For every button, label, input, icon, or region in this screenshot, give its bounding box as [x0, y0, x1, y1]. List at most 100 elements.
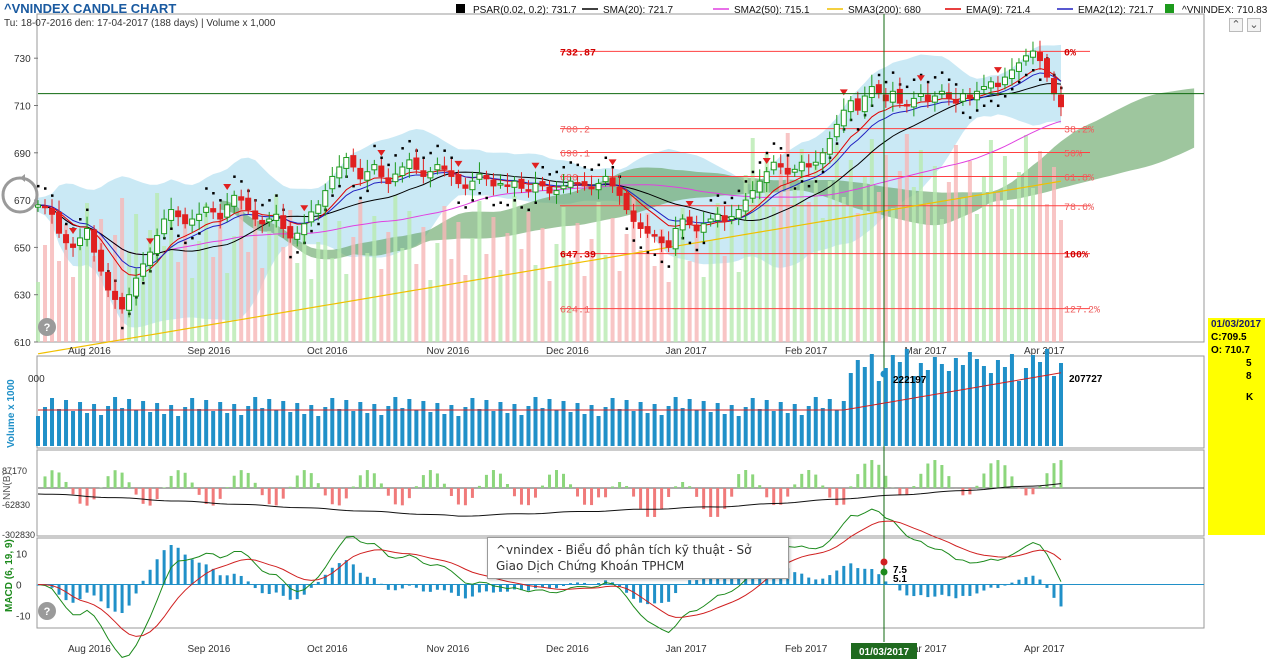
price-volume-bar: [400, 248, 405, 342]
psar-dot: [744, 180, 748, 183]
candle-body: [1036, 52, 1043, 62]
macd-histogram-bar: [358, 572, 362, 585]
nn-bar: [169, 475, 173, 488]
volume-bar: [295, 403, 300, 446]
candle-body: [112, 290, 119, 300]
candle-body: [371, 164, 378, 171]
macd-histogram-bar: [225, 575, 229, 585]
nn-bar: [323, 488, 327, 496]
nn-bar: [947, 476, 951, 488]
volume-bar: [743, 407, 748, 446]
price-volume-bar: [673, 245, 678, 342]
volume-bar: [204, 400, 209, 446]
volume-bar: [358, 402, 363, 446]
volume-bar: [820, 408, 825, 446]
macd-histogram-bar: [1038, 579, 1042, 585]
price-volume-bar: [575, 223, 580, 342]
psar-dot: [1031, 69, 1035, 72]
volume-bar: [645, 413, 650, 446]
candle-body: [777, 163, 784, 168]
volume-bar: [617, 409, 622, 446]
candle-body: [154, 235, 161, 255]
nav-up-icon[interactable]: ⌃: [1229, 18, 1243, 32]
volume-bar: [428, 412, 433, 446]
nn-bar: [828, 488, 832, 498]
macd-histogram-bar: [239, 575, 243, 585]
psar-dot: [121, 326, 124, 330]
candle-body: [168, 209, 175, 221]
price-volume-bar: [561, 207, 566, 342]
price-volume-bar: [960, 198, 965, 342]
price-volume-bar: [36, 282, 40, 342]
candle-body: [896, 88, 903, 104]
price-volume-bar: [890, 208, 895, 342]
nn-bar: [456, 488, 460, 505]
price-volume-bar: [232, 236, 237, 342]
macd-histogram-bar: [975, 584, 979, 594]
nn-bar: [800, 473, 804, 488]
price-volume-bar: [491, 217, 496, 342]
volume-bar: [442, 414, 447, 446]
candle-body: [868, 86, 875, 98]
price-volume-bar: [295, 263, 300, 342]
price-volume-bar: [876, 192, 881, 342]
price-volume-bar: [316, 242, 321, 342]
psar-dot: [723, 201, 727, 204]
candle-body: [959, 93, 966, 102]
volume-bar: [253, 397, 258, 446]
volume-bar: [673, 397, 678, 446]
candle-body: [483, 174, 490, 180]
price-volume-bar: [330, 258, 335, 342]
price-volume-bar: [519, 249, 524, 342]
nn-bar: [407, 488, 411, 499]
candle-body: [581, 181, 588, 187]
price-volume-bar: [526, 212, 531, 342]
candle-body: [847, 100, 854, 113]
price-volume-bar: [1030, 188, 1035, 342]
nn-bar: [50, 470, 54, 488]
nn-bar: [1045, 473, 1049, 488]
nn-bar: [968, 488, 972, 495]
volume-bar: [316, 416, 321, 446]
candle-body: [728, 216, 735, 220]
nn-bar: [134, 488, 138, 495]
candle-body: [70, 243, 77, 248]
price-volume-bar: [92, 256, 97, 342]
macd-histogram-bar: [113, 584, 117, 612]
macd-histogram-bar: [470, 584, 474, 597]
nn-bar: [653, 488, 657, 517]
price-volume-bar: [512, 196, 517, 342]
psar-dot: [387, 163, 390, 167]
macd-histogram-bar: [954, 584, 958, 599]
candle-body: [490, 179, 497, 187]
psar-dot: [352, 184, 355, 188]
candle-body: [714, 213, 721, 221]
volume-bar: [127, 399, 132, 446]
candle-body: [840, 109, 847, 127]
psar-dot: [590, 168, 594, 171]
macd-histogram-bar: [148, 569, 152, 585]
volume-bar: [785, 413, 790, 446]
price-volume-bar: [372, 216, 377, 342]
nn-bar: [898, 488, 902, 496]
candle-body: [875, 84, 882, 95]
chart-subtitle: Tu: 18-07-2016 den: 17-04-2017 (188 days…: [4, 18, 276, 29]
psar-dot: [772, 142, 776, 145]
nn-bar: [751, 474, 755, 488]
volume-bar: [274, 410, 279, 446]
volume-bar: [932, 357, 937, 446]
psar-dot: [436, 144, 439, 148]
macd-histogram-bar: [372, 578, 376, 585]
macd-tick-label: -10: [16, 612, 31, 623]
nav-down-icon[interactable]: ⌄: [1247, 18, 1261, 32]
nn-bar: [232, 475, 236, 488]
volume-bar: [113, 397, 118, 446]
macd-histogram-bar: [190, 559, 194, 585]
macd-histogram-bar: [211, 568, 215, 585]
candle-body: [315, 204, 322, 214]
psar-dot: [317, 222, 320, 226]
nn-bar: [835, 488, 839, 506]
psar-dot: [205, 187, 208, 190]
nn-bar: [330, 488, 334, 505]
volume-bar: [169, 405, 174, 446]
